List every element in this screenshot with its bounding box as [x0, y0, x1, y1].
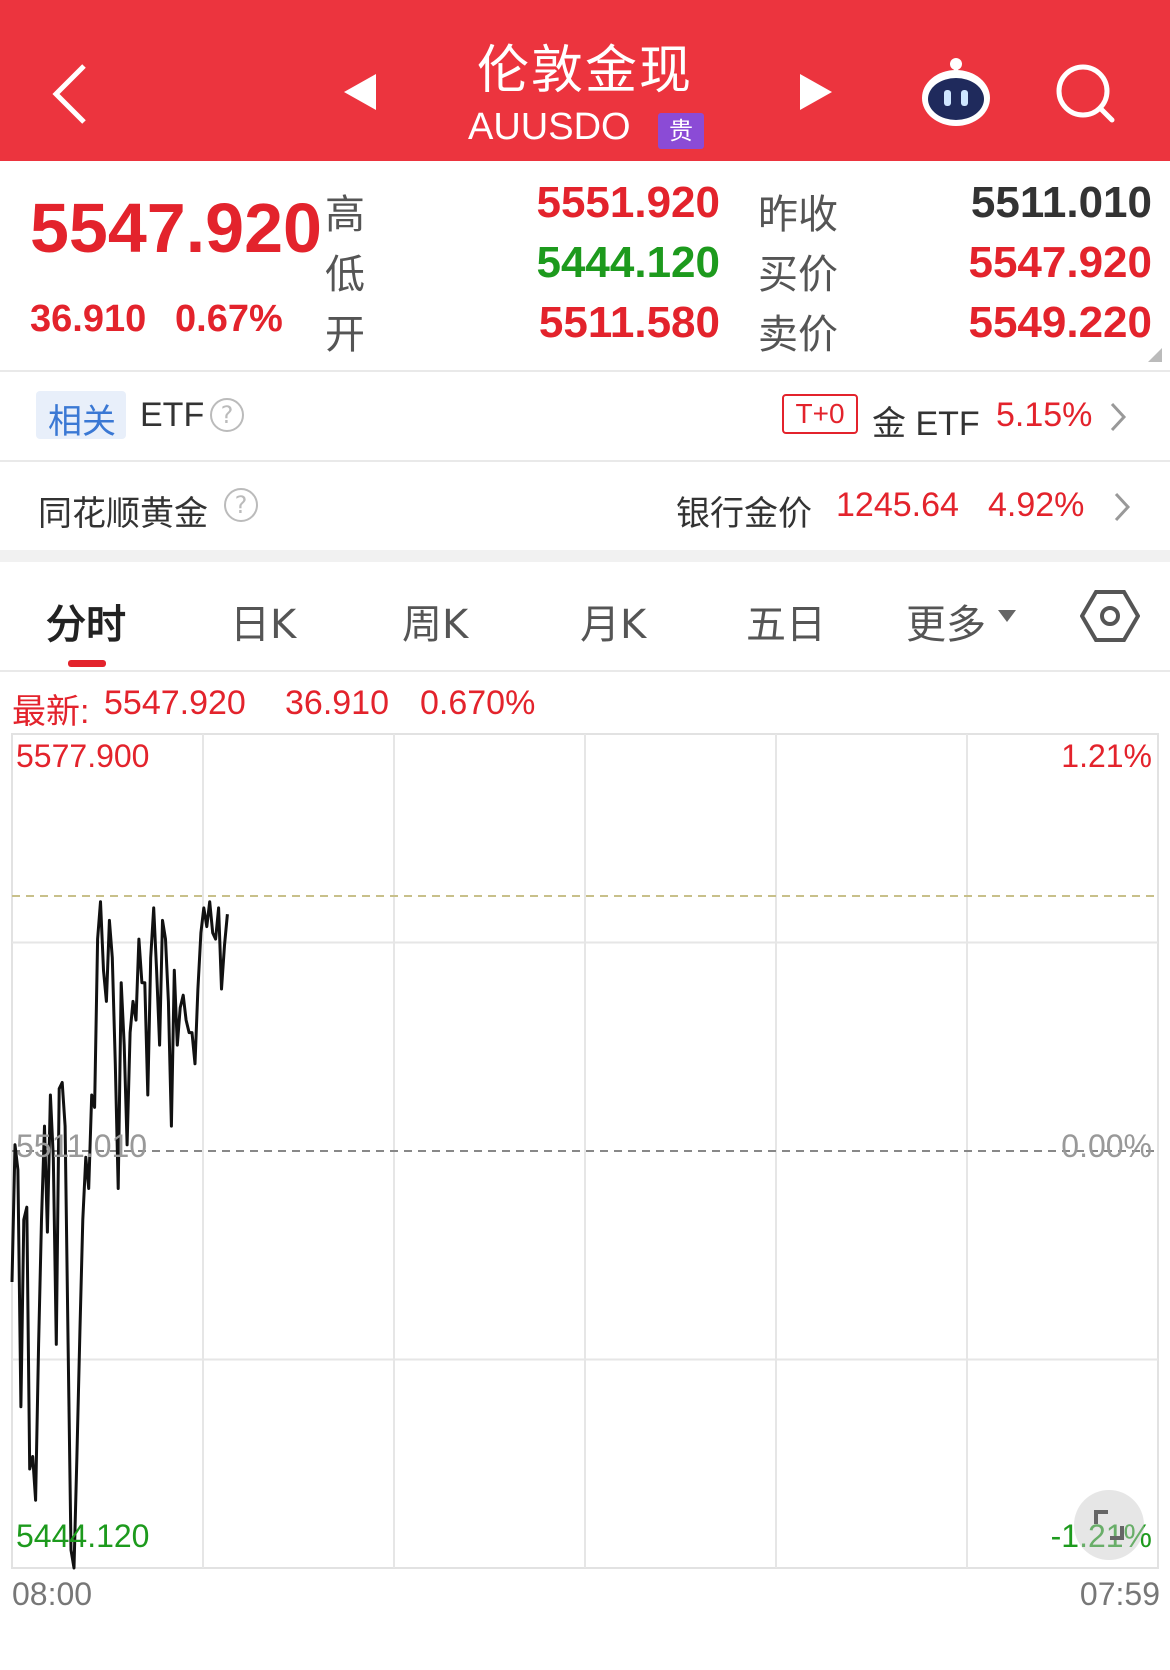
pct-mid-label: 0.00%	[1061, 1128, 1152, 1164]
fullscreen-button[interactable]	[1074, 1490, 1144, 1560]
y-max-label: 5577.900	[16, 738, 150, 774]
intraday-chart[interactable]	[0, 0, 1170, 1670]
x-start-label: 08:00	[12, 1576, 93, 1612]
expand-icon	[1094, 1510, 1124, 1540]
y-mid-label: 5511.010	[16, 1128, 148, 1164]
pct-max-label: 1.21%	[1061, 738, 1152, 774]
x-end-label: 07:59	[1079, 1576, 1160, 1612]
price-line	[10, 900, 229, 1570]
y-min-label: 5444.120	[16, 1518, 150, 1554]
